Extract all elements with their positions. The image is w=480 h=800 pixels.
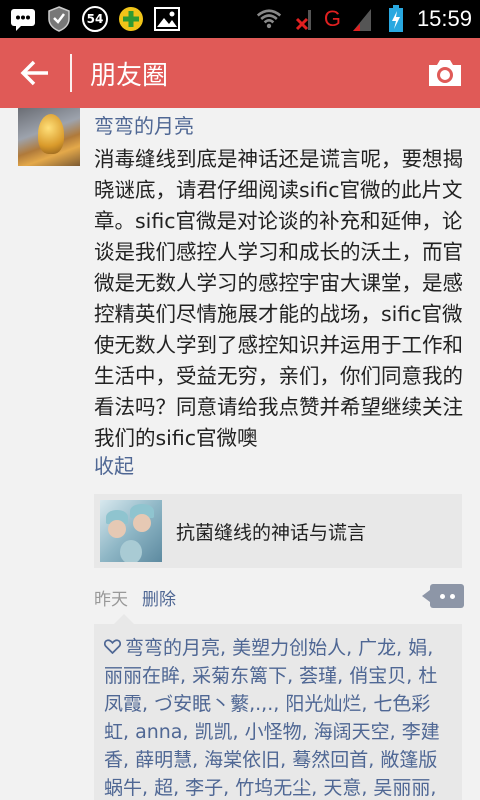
no-signal-icon — [290, 6, 316, 32]
likes-names[interactable]: 弯弯的月亮, 美塑力创始人, 广龙, 娟, 丽丽在眸, 采菊东篱下, 荟瑾, 俏… — [104, 637, 440, 800]
post-meta: 昨天 删除 — [94, 585, 176, 610]
notification-count-badge: 54 — [82, 6, 108, 32]
comment-menu-button[interactable] — [422, 584, 464, 608]
security-shield-icon — [46, 6, 72, 32]
camera-icon — [429, 60, 461, 86]
message-icon — [10, 6, 36, 32]
wifi-icon — [256, 6, 282, 32]
heart-icon — [103, 634, 122, 662]
gallery-icon — [154, 6, 180, 32]
back-button[interactable] — [0, 38, 70, 108]
post-text: 消毒缝线到底是神话还是谎言呢，要想揭晓谜底，请君仔细阅读sific官微的此片文章… — [94, 147, 463, 450]
link-title: 抗菌缝线的神话与谎言 — [176, 521, 367, 544]
network-type-label: G — [323, 6, 341, 31]
status-bar: 54 G 15:59 — [0, 0, 480, 38]
delete-button[interactable]: 删除 — [142, 585, 176, 610]
page-title: 朋友圈 — [90, 60, 169, 91]
avatar[interactable] — [18, 108, 80, 166]
link-thumbnail — [100, 500, 162, 562]
app-plus-icon — [118, 6, 144, 32]
back-arrow-icon — [20, 60, 48, 86]
app-bar-divider — [70, 54, 72, 92]
camera-button[interactable] — [410, 38, 480, 108]
post-time: 昨天 — [94, 590, 128, 610]
moments-feed[interactable]: 弯弯的月亮 消毒缝线到底是神话还是谎言呢，要想揭晓谜底，请君仔细阅读sific官… — [0, 108, 480, 800]
app-bar: 朋友圈 — [0, 38, 480, 108]
collapse-link[interactable]: 收起 — [94, 450, 134, 479]
shared-link-card[interactable]: 抗菌缝线的神话与谎言 — [94, 494, 462, 568]
status-time: 15:59 — [416, 6, 472, 31]
likes-panel: 弯弯的月亮, 美塑力创始人, 广龙, 娟, 丽丽在眸, 采菊东篱下, 荟瑾, 俏… — [94, 614, 462, 800]
signal-strength-icon — [349, 6, 375, 32]
battery-charging-icon — [383, 5, 409, 32]
post-author[interactable]: 弯弯的月亮 — [94, 110, 194, 139]
likes-list: 弯弯的月亮, 美塑力创始人, 广龙, 娟, 丽丽在眸, 采菊东篱下, 荟瑾, 俏… — [94, 624, 462, 800]
more-dots-icon — [439, 593, 445, 599]
